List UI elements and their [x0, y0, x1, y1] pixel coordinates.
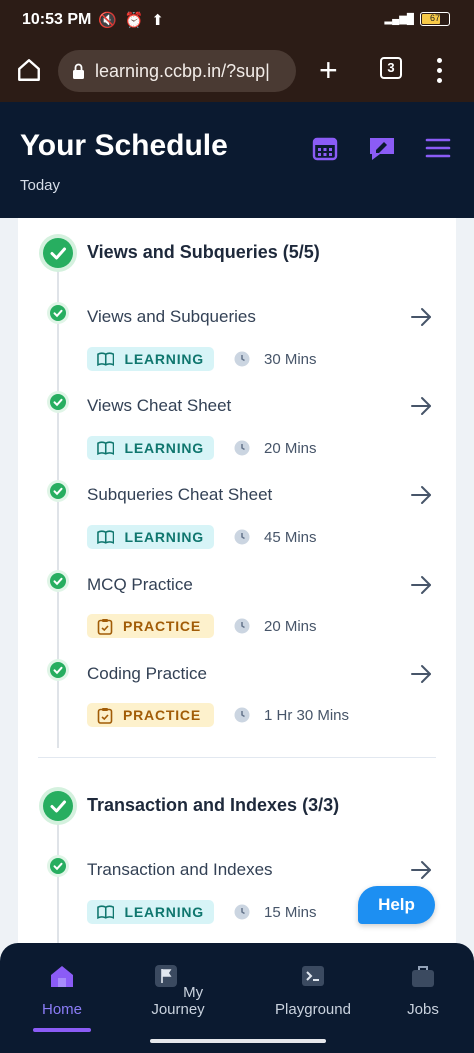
item-complete-icon	[50, 394, 66, 410]
terminal-icon	[302, 966, 324, 986]
learning-tag: LEARNING	[87, 347, 214, 371]
learning-tag: LEARNING	[87, 900, 214, 924]
item-complete-icon	[50, 662, 66, 678]
item-title[interactable]: Views Cheat Sheet	[87, 396, 231, 416]
duration-text: 45 Mins	[264, 529, 317, 546]
clock-icon	[234, 904, 250, 920]
nav-label: Playground	[275, 1001, 351, 1018]
duration-text: 30 Mins	[264, 351, 317, 368]
section-complete-icon	[43, 238, 73, 268]
learning-tag: LEARNING	[87, 525, 214, 549]
section-title[interactable]: Views and Subqueries (5/5)	[87, 242, 320, 263]
bottom-navigation: Home My Journey Playground Jobs	[0, 943, 474, 1053]
battery-level: 67	[429, 13, 440, 23]
arrow-right-icon[interactable]	[410, 395, 432, 417]
duration-text: 20 Mins	[264, 618, 317, 635]
nav-label: Jobs	[407, 1001, 439, 1018]
tag-label: LEARNING	[124, 440, 204, 456]
item-title[interactable]: Coding Practice	[87, 664, 207, 684]
clock-icon	[234, 351, 250, 367]
tag-label: PRACTICE	[123, 618, 201, 634]
nav-my-journey[interactable]: My Journey	[136, 963, 220, 1018]
gesture-bar[interactable]	[150, 1039, 326, 1043]
duration-text: 15 Mins	[264, 904, 317, 921]
browser-toolbar: learning.ccbp.in/?sup| + 3	[0, 42, 474, 102]
tag-label: LEARNING	[124, 351, 204, 367]
address-bar[interactable]: learning.ccbp.in/?sup|	[58, 50, 296, 92]
arrow-right-icon[interactable]	[410, 859, 432, 881]
mute-icon: 🔇	[98, 12, 117, 29]
feedback-icon[interactable]	[368, 134, 396, 162]
timeline-line	[57, 822, 59, 943]
arrow-right-icon[interactable]	[410, 574, 432, 596]
home-icon[interactable]	[16, 57, 42, 83]
practice-tag: PRACTICE	[87, 703, 214, 727]
clock-icon	[234, 529, 250, 545]
battery-icon: 67	[420, 12, 450, 26]
practice-tag: PRACTICE	[87, 614, 214, 638]
book-icon	[97, 352, 115, 366]
arrow-right-icon[interactable]	[410, 484, 432, 506]
hamburger-menu-icon[interactable]	[424, 134, 452, 162]
page-subtitle: Today	[20, 177, 61, 194]
clock-icon	[234, 707, 250, 723]
alarm-icon: ⏰	[124, 12, 144, 29]
schedule-content: Views and Subqueries (5/5) Views and Sub…	[0, 218, 474, 943]
section-title[interactable]: Transaction and Indexes (3/3)	[87, 795, 339, 816]
nav-home[interactable]: Home	[40, 963, 84, 1018]
new-tab-button[interactable]: +	[319, 52, 338, 88]
nav-playground[interactable]: Playground	[272, 963, 354, 1018]
item-title[interactable]: Subqueries Cheat Sheet	[87, 485, 272, 505]
calendar-icon[interactable]	[311, 134, 339, 162]
section-complete-icon	[43, 791, 73, 821]
item-complete-icon	[50, 858, 66, 874]
clock-icon	[234, 440, 250, 456]
page-title: Your Schedule	[20, 129, 228, 162]
home-icon	[51, 966, 73, 987]
item-title[interactable]: Transaction and Indexes	[87, 860, 273, 880]
nav-label: My Journey	[151, 984, 205, 1018]
nav-jobs[interactable]: Jobs	[404, 963, 442, 1018]
signal-icon: ▂▄▆█	[384, 13, 414, 25]
book-icon	[97, 905, 115, 919]
book-icon	[97, 530, 115, 544]
section-divider	[38, 757, 436, 758]
tag-label: LEARNING	[124, 904, 204, 920]
upload-icon: ⬆	[151, 12, 164, 29]
clipboard-check-icon	[97, 707, 113, 724]
clipboard-check-icon	[97, 618, 113, 635]
arrow-right-icon[interactable]	[410, 663, 432, 685]
status-bar: 10:53 PM 🔇 ⏰ ⬆ ▂▄▆█ 67	[0, 0, 474, 42]
status-time: 10:53 PM	[22, 11, 92, 28]
tag-label: LEARNING	[124, 529, 204, 545]
clock-icon	[234, 618, 250, 634]
item-title[interactable]: Views and Subqueries	[87, 307, 256, 327]
active-tab-indicator	[33, 1028, 91, 1032]
flag-icon	[154, 965, 177, 987]
item-complete-icon	[50, 573, 66, 589]
item-complete-icon	[50, 305, 66, 321]
help-button[interactable]: Help	[358, 886, 435, 924]
item-title[interactable]: MCQ Practice	[87, 575, 193, 595]
more-menu-icon[interactable]	[432, 56, 446, 84]
learning-tag: LEARNING	[87, 436, 214, 460]
app-header: Your Schedule Today	[0, 102, 474, 218]
arrow-right-icon[interactable]	[410, 306, 432, 328]
tag-label: PRACTICE	[123, 707, 201, 723]
duration-text: 1 Hr 30 Mins	[264, 707, 350, 724]
nav-label: Home	[41, 1001, 82, 1018]
lock-icon	[73, 63, 84, 79]
tab-switcher-button[interactable]: 3	[380, 57, 402, 79]
duration-text: 20 Mins	[264, 440, 317, 457]
briefcase-icon	[412, 966, 434, 987]
item-complete-icon	[50, 483, 66, 499]
url-text: learning.ccbp.in/?sup|	[95, 60, 270, 81]
book-icon	[97, 441, 115, 455]
